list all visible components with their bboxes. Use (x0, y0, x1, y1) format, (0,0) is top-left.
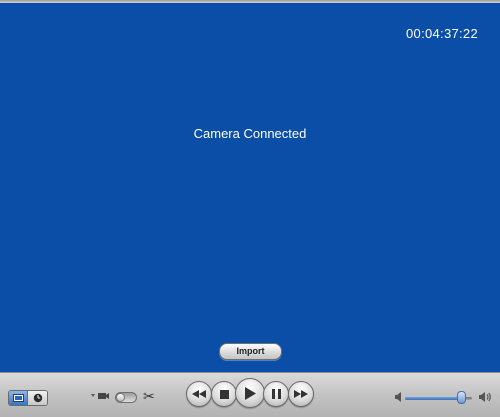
toggle-knob (116, 393, 125, 402)
rewind-button[interactable] (186, 381, 212, 407)
speaker-high-icon (479, 392, 491, 402)
timecode-display: 00:04:37:22 (406, 26, 478, 41)
play-button[interactable] (235, 378, 265, 408)
fast-forward-button[interactable] (288, 381, 314, 407)
scissors-icon[interactable]: ✂ (143, 388, 155, 405)
camera-icon (91, 393, 109, 399)
camera-mode-switch[interactable] (90, 391, 110, 401)
volume-slider-thumb[interactable] (457, 391, 466, 404)
fast-forward-icon (294, 390, 308, 398)
view-mode-toggle (8, 390, 48, 406)
import-button[interactable]: Import (219, 343, 282, 360)
camera-status-text: Camera Connected (193, 126, 307, 141)
clip-view-button[interactable] (9, 391, 28, 405)
stop-button[interactable] (211, 381, 237, 407)
camera-import-window: 00:04:37:22 Camera Connected Import ✂ (0, 0, 500, 417)
camera-toggle-switch[interactable] (115, 392, 137, 403)
play-icon (245, 386, 256, 400)
video-viewer: 00:04:37:22 Camera Connected Import (0, 3, 500, 372)
pause-button[interactable] (263, 381, 289, 407)
speaker-low-icon (395, 392, 401, 402)
clock-icon (33, 393, 42, 403)
control-bar: ✂ (0, 372, 500, 417)
clip-view-icon (12, 394, 24, 402)
history-view-button[interactable] (28, 391, 47, 405)
stop-icon (219, 389, 229, 399)
volume-fill (405, 397, 462, 400)
pause-icon (271, 389, 281, 399)
rewind-icon (192, 390, 206, 398)
